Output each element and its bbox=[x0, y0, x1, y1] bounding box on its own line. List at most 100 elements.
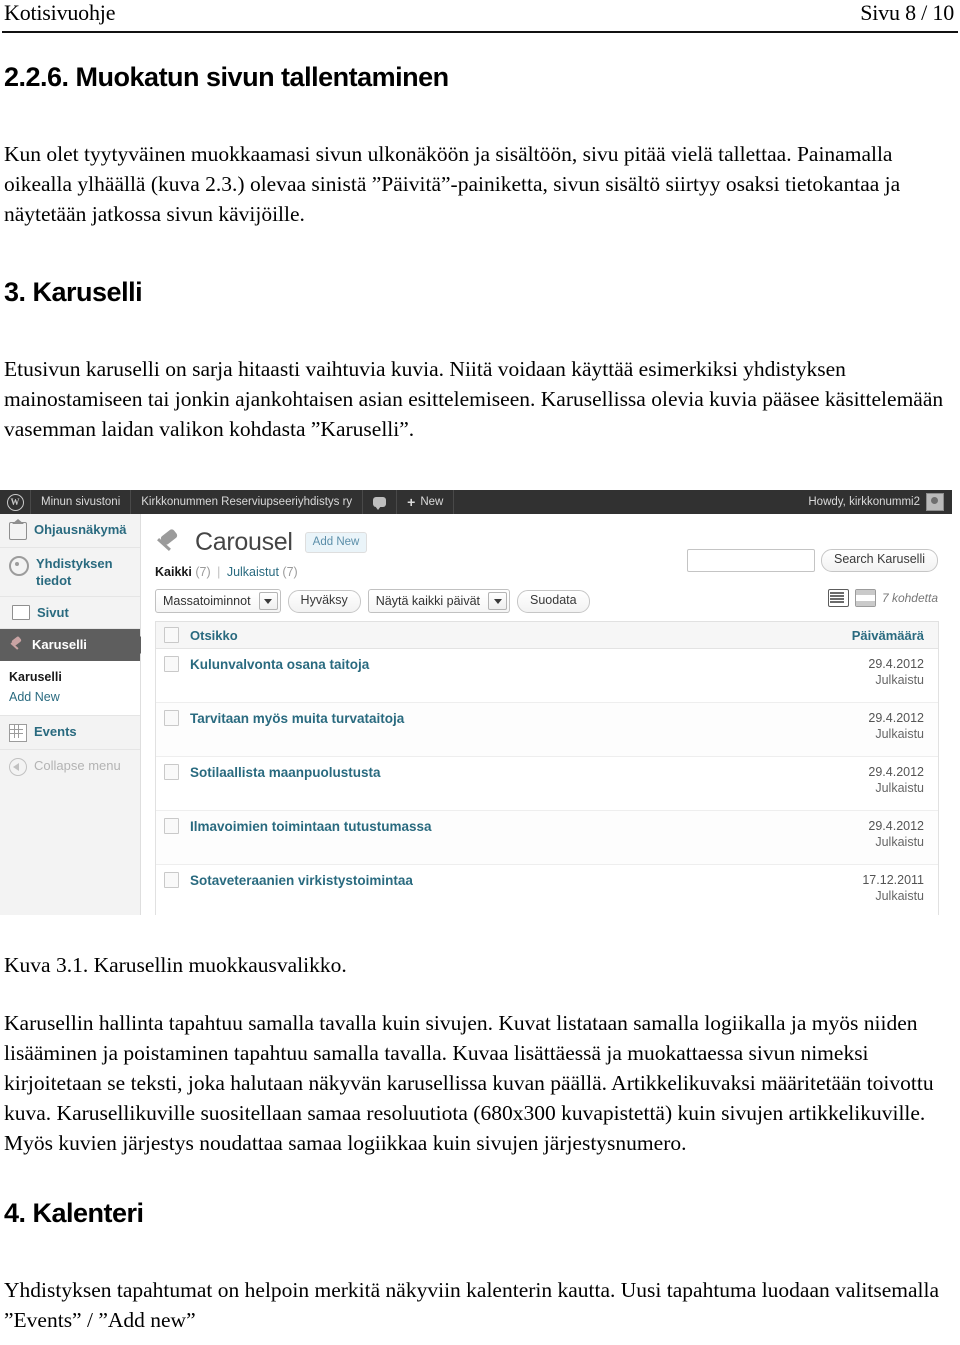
row-checkbox-cell bbox=[156, 818, 186, 834]
row-checkbox[interactable] bbox=[163, 764, 179, 780]
apply-button[interactable]: Hyväksy bbox=[287, 589, 361, 613]
row-checkbox[interactable] bbox=[163, 710, 179, 726]
row-checkbox[interactable] bbox=[163, 818, 179, 834]
collapse-menu-label: Collapse menu bbox=[34, 758, 121, 773]
row-date: 29.4.2012 bbox=[868, 819, 924, 833]
carousel-items-table: Otsikko Päivämäärä Kulunvalvonta osana t… bbox=[155, 621, 939, 915]
pin-icon bbox=[9, 637, 25, 653]
table-row[interactable]: Kulunvalvonta osana taitoja 29.4.2012 Ju… bbox=[156, 649, 938, 703]
admin-bar-comments[interactable] bbox=[363, 490, 398, 514]
filter-published-label[interactable]: Julkaistut bbox=[227, 565, 279, 579]
search-box: Search Karuselli bbox=[686, 549, 938, 572]
new-label: New bbox=[420, 496, 444, 508]
figure-wordpress-carousel-admin: W Minun sivustoni Kirkkonummen Reserviup… bbox=[0, 490, 952, 915]
figure-caption: Kuva 3.1. Karusellin muokkausvalikko. bbox=[4, 953, 347, 977]
heading-4-kalenteri: 4. Kalenteri bbox=[4, 1198, 144, 1228]
bulk-actions-select[interactable]: Massatoiminnot bbox=[155, 589, 281, 613]
filter-all-count: (7) bbox=[195, 565, 211, 579]
paragraph-3-after: Karusellin hallinta tapahtuu samalla tav… bbox=[4, 1011, 934, 1155]
table-row[interactable]: Ilmavoimien toimintaan tutustumassa 29.4… bbox=[156, 811, 938, 865]
row-title[interactable]: Sotaveteraanien virkistystoimintaa bbox=[186, 872, 814, 889]
row-title[interactable]: Sotilaallista maanpuolustusta bbox=[186, 764, 814, 781]
sidebar-item-label: Ohjausnäkymä bbox=[34, 522, 127, 537]
column-header-title[interactable]: Otsikko bbox=[186, 628, 814, 643]
submenu-item-karuselli[interactable]: Karuselli bbox=[9, 667, 132, 687]
heading-2-2-6: 2.2.6. Muokatun sivun tallentaminen bbox=[4, 62, 449, 92]
pin-icon bbox=[155, 529, 183, 557]
row-checkbox-cell bbox=[156, 656, 186, 672]
chevron-down-icon bbox=[258, 592, 278, 610]
row-title[interactable]: Tarvitaan myös muita turvataitoja bbox=[186, 710, 814, 727]
admin-bar-my-sites[interactable]: Minun sivustoni bbox=[31, 490, 132, 514]
admin-bar-new[interactable]: + New bbox=[397, 490, 455, 514]
row-checkbox-cell bbox=[156, 764, 186, 780]
select-all-checkbox[interactable] bbox=[163, 627, 179, 643]
sidebar-item-karuselli[interactable]: Karuselli bbox=[0, 629, 140, 661]
my-sites-label: Minun sivustoni bbox=[41, 496, 121, 508]
bulk-actions-label: Massatoiminnot bbox=[163, 594, 251, 608]
table-header-row: Otsikko Päivämäärä bbox=[156, 622, 938, 649]
list-view-icon[interactable] bbox=[827, 589, 849, 607]
search-input[interactable] bbox=[686, 549, 815, 572]
document-body: 2.2.6. Muokatun sivun tallentaminen Kun … bbox=[0, 40, 960, 444]
sidebar-item-ohjausnakyma[interactable]: Ohjausnäkymä bbox=[0, 514, 140, 548]
sidebar-item-label: Karuselli bbox=[32, 637, 87, 652]
row-date: 17.12.2011 bbox=[862, 873, 924, 887]
wordpress-logo-icon[interactable]: W bbox=[0, 490, 31, 514]
sidebar-item-label: Events bbox=[34, 724, 77, 739]
row-date: 29.4.2012 bbox=[868, 765, 924, 779]
sidebar-item-label: Sivut bbox=[37, 605, 69, 620]
wordpress-logo-glyph: W bbox=[6, 493, 24, 511]
chevron-down-icon bbox=[488, 592, 507, 610]
filter-published-count: (7) bbox=[282, 565, 298, 579]
paragraph-3-karuselli: Etusivun karuselli on sarja hitaasti vai… bbox=[4, 357, 944, 441]
view-switch: 7 kohdetta bbox=[827, 589, 938, 607]
table-row[interactable]: Tarvitaan myös muita turvataitoja 29.4.2… bbox=[156, 703, 938, 757]
search-button[interactable]: Search Karuselli bbox=[820, 549, 938, 572]
filter-button[interactable]: Suodata bbox=[517, 589, 590, 613]
pages-icon bbox=[10, 605, 30, 621]
add-new-button[interactable]: Add New bbox=[304, 532, 368, 553]
select-all-checkbox-cell bbox=[156, 627, 186, 643]
page-title: Carousel bbox=[195, 528, 293, 556]
row-checkbox[interactable] bbox=[163, 872, 179, 888]
filter-all-label[interactable]: Kaikki bbox=[155, 565, 192, 579]
row-date-cell: 29.4.2012 Julkaistu bbox=[814, 710, 938, 742]
row-date-cell: 29.4.2012 Julkaistu bbox=[814, 764, 938, 796]
sidebar-item-yhdistyksen-tiedot[interactable]: Yhdistyksen tiedot bbox=[0, 548, 140, 597]
table-navigation-top: Massatoiminnot Hyväksy Näytä kaikki päiv… bbox=[141, 549, 952, 621]
excerpt-view-icon[interactable] bbox=[854, 589, 876, 607]
row-title[interactable]: Ilmavoimien toimintaan tutustumassa bbox=[186, 818, 814, 835]
site-name-label: Kirkkonummen Reserviupseeriyhdistys ry bbox=[141, 496, 353, 508]
date-filter-select[interactable]: Näytä kaikki päivät bbox=[367, 589, 510, 613]
avatar bbox=[926, 493, 944, 511]
date-filter-label: Näytä kaikki päivät bbox=[375, 594, 480, 608]
document-body-lower: Kuva 3.1. Karusellin muokkausvalikko. Ka… bbox=[0, 950, 960, 1335]
sidebar-item-events[interactable]: Events bbox=[0, 716, 140, 750]
home-icon bbox=[9, 519, 27, 540]
admin-bar-howdy[interactable]: Howdy, kirkkonummi2 bbox=[796, 490, 952, 514]
row-title[interactable]: Kulunvalvonta osana taitoja bbox=[186, 656, 814, 673]
gear-icon bbox=[9, 556, 29, 576]
column-header-date[interactable]: Päivämäärä bbox=[814, 628, 938, 643]
row-date-cell: 29.4.2012 Julkaistu bbox=[814, 656, 938, 688]
row-status: Julkaistu bbox=[875, 835, 924, 849]
admin-bar-site-name[interactable]: Kirkkonummen Reserviupseeriyhdistys ry bbox=[131, 490, 364, 514]
table-row[interactable]: Sotilaallista maanpuolustusta 29.4.2012 … bbox=[156, 757, 938, 811]
wp-admin-sidebar: Ohjausnäkymä Yhdistyksen tiedot Sivut Ka… bbox=[0, 514, 141, 915]
sidebar-collapse-menu[interactable]: Collapse menu bbox=[0, 750, 140, 783]
row-status: Julkaistu bbox=[875, 727, 924, 741]
row-checkbox[interactable] bbox=[163, 656, 179, 672]
sidebar-item-sivut[interactable]: Sivut bbox=[0, 597, 140, 629]
paragraph-2-2-6: Kun olet tyytyväinen muokkaamasi sivun u… bbox=[4, 142, 901, 226]
page-number: Sivu 8 / 10 bbox=[860, 0, 954, 25]
sidebar-item-label: Yhdistyksen tiedot bbox=[36, 556, 113, 588]
table-row[interactable]: Sotaveteraanien virkistystoimintaa 17.12… bbox=[156, 865, 938, 915]
row-status: Julkaistu bbox=[875, 673, 924, 687]
collapse-arrow-icon bbox=[9, 758, 27, 776]
sidebar-submenu-karuselli: Karuselli Add New bbox=[0, 661, 140, 716]
page-header: Kotisivuohje Sivu 8 / 10 bbox=[0, 0, 960, 30]
row-status: Julkaistu bbox=[875, 781, 924, 795]
submenu-item-add-new[interactable]: Add New bbox=[9, 687, 132, 707]
howdy-label: Howdy, kirkkonummi2 bbox=[808, 496, 920, 508]
